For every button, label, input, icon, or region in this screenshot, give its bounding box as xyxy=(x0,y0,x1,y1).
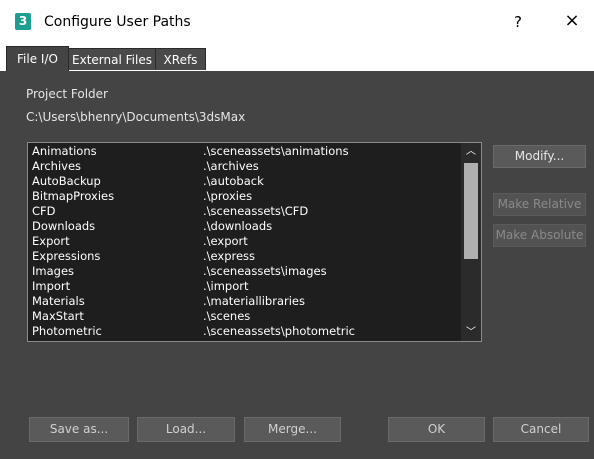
chevron-up-icon[interactable]: ︿ xyxy=(461,143,481,160)
path-value: .\archives xyxy=(203,159,259,173)
tab-file-io[interactable]: File I/O xyxy=(6,46,69,72)
project-folder-path: C:\Users\bhenry\Documents\3dsMax xyxy=(26,110,246,124)
path-value: .\sceneassets\images xyxy=(203,264,327,278)
user-paths-list[interactable]: Animations .\sceneassets\animations Archi… xyxy=(27,142,482,342)
path-value: .\materiallibraries xyxy=(203,294,305,308)
app-icon: 3 xyxy=(15,13,31,30)
path-name: MaxStart xyxy=(32,309,84,323)
path-name: Archives xyxy=(32,159,82,173)
modify-button[interactable]: Modify... xyxy=(493,145,586,168)
path-name: Import xyxy=(32,279,71,293)
path-name: Downloads xyxy=(32,219,96,233)
path-name: Images xyxy=(32,264,75,278)
help-button[interactable]: ? xyxy=(507,10,529,34)
path-value: .\export xyxy=(203,234,248,248)
path-value: .\sceneassets\CFD xyxy=(203,204,309,218)
make-relative-button[interactable]: Make Relative xyxy=(493,193,586,216)
path-name: BitmapProxies xyxy=(32,189,115,203)
make-absolute-button[interactable]: Make Absolute xyxy=(493,224,586,247)
cancel-button[interactable]: Cancel xyxy=(493,417,589,442)
scrollbar-thumb[interactable] xyxy=(464,163,478,259)
path-name: Photometric xyxy=(32,324,102,338)
path-value: .\scenes xyxy=(203,309,251,323)
ok-button[interactable]: OK xyxy=(388,417,485,442)
path-name: Export xyxy=(32,234,70,248)
title-bar: 3 Configure User Paths ? × xyxy=(0,0,594,44)
close-button[interactable]: × xyxy=(560,8,584,34)
path-value: .\downloads xyxy=(203,219,273,233)
save-as-button[interactable]: Save as... xyxy=(29,417,129,442)
tab-xrefs[interactable]: XRefs xyxy=(155,48,206,70)
path-value: .\sceneassets\animations xyxy=(203,144,349,158)
path-value: .\import xyxy=(203,279,249,293)
window-title: Configure User Paths xyxy=(44,14,191,30)
path-value: .\sceneassets\photometric xyxy=(203,324,355,338)
tab-external-files[interactable]: External Files xyxy=(68,48,156,70)
path-name: CFD xyxy=(32,204,56,218)
path-name: AutoBackup xyxy=(32,174,101,188)
merge-button[interactable]: Merge... xyxy=(244,417,341,442)
path-value: .\proxies xyxy=(203,189,253,203)
path-value: .\autoback xyxy=(203,174,264,188)
path-name: Animations xyxy=(32,144,97,158)
list-scrollbar[interactable]: ︿ ﹀ xyxy=(461,143,481,341)
path-name: Materials xyxy=(32,294,85,308)
chevron-down-icon[interactable]: ﹀ xyxy=(461,324,481,341)
load-button[interactable]: Load... xyxy=(137,417,235,442)
project-folder-label: Project Folder xyxy=(26,87,108,101)
path-name: Expressions xyxy=(32,249,101,263)
path-value: .\express xyxy=(203,249,256,263)
